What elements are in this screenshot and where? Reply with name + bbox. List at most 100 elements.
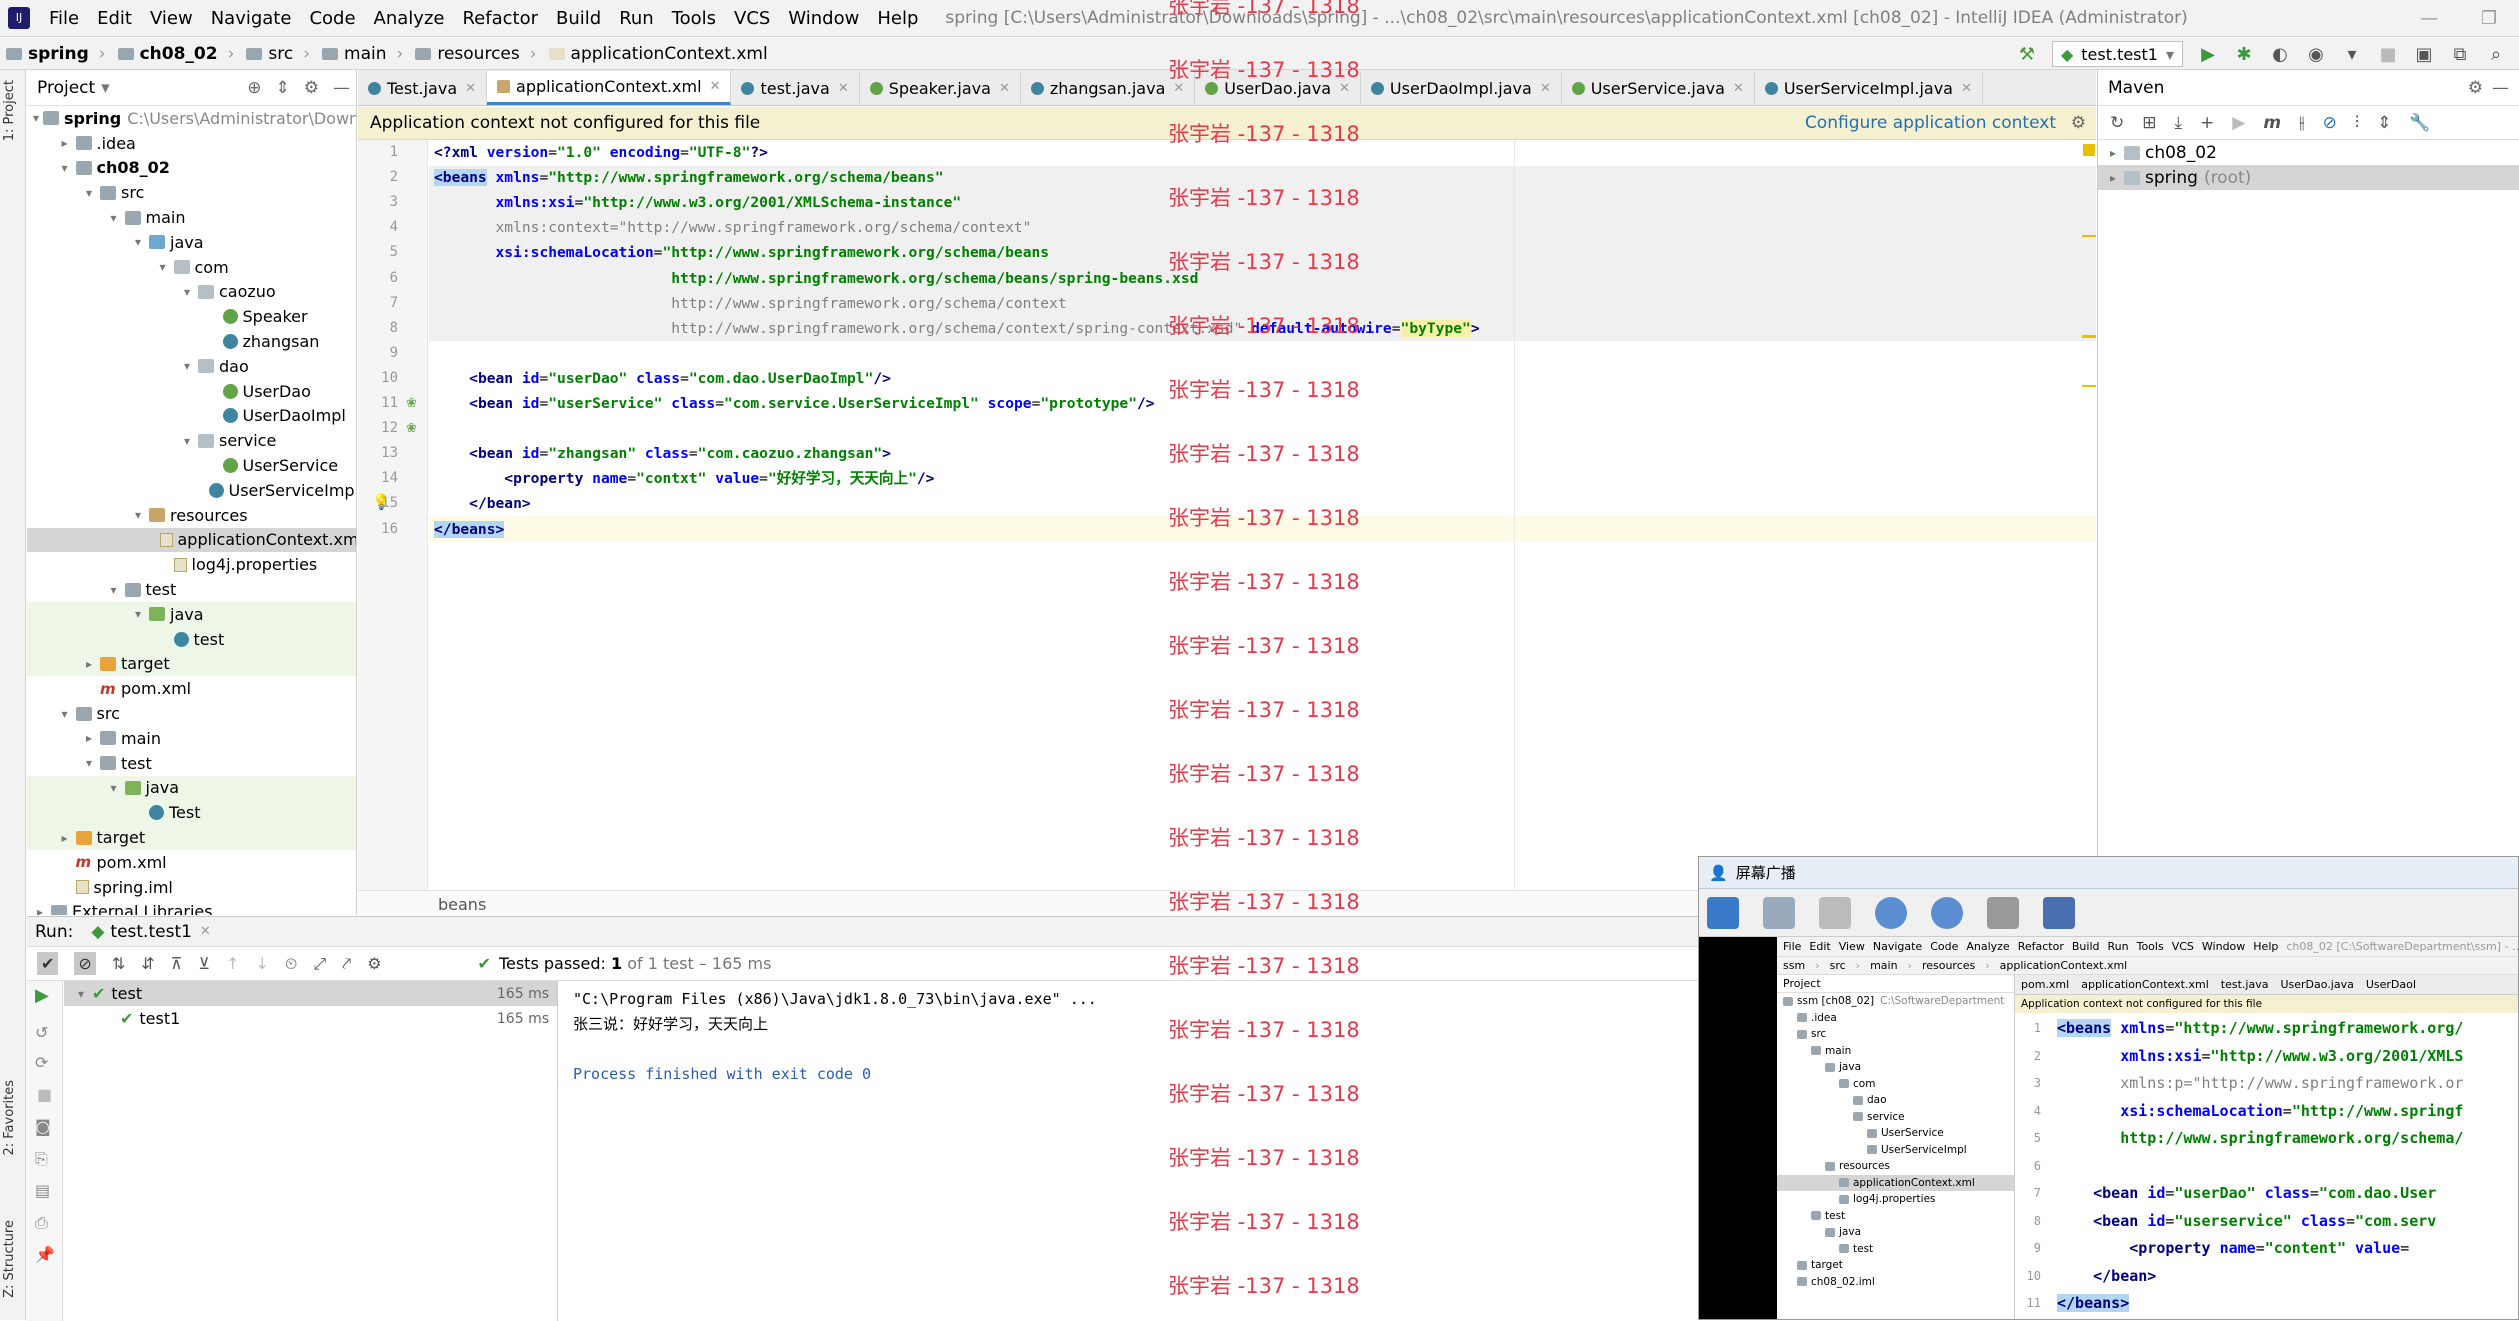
gear-icon[interactable]: ⚙	[367, 954, 381, 973]
close-icon[interactable]: ✕	[710, 79, 721, 94]
project-tree-item[interactable]: ▸ target	[27, 825, 356, 850]
editor-tab[interactable]: UserDao.java ✕	[1195, 71, 1361, 105]
project-tree-item[interactable]: ▾ java	[27, 775, 356, 801]
project-tree-item[interactable]: ▾ com	[27, 255, 356, 280]
warning-stripe[interactable]	[2082, 336, 2096, 338]
chevron-down-icon[interactable]: ▾	[131, 508, 145, 522]
project-tree-item[interactable]: ▾ java	[27, 601, 356, 627]
export-tests-icon[interactable]: ⤤	[342, 954, 351, 974]
maven-project-item[interactable]: ▸ ch08_02	[2098, 140, 2519, 165]
editor-tab[interactable]: Test.java ✕	[358, 71, 488, 105]
rerun-icon[interactable]: ▶	[35, 985, 49, 1006]
project-tree-item[interactable]: ▾ dao	[27, 354, 356, 379]
chevron-right-icon[interactable]: ▸	[82, 731, 96, 745]
chevron-down-icon[interactable]: ▾	[74, 987, 88, 1001]
test-result-item[interactable]: ▾ ✔ test 165 ms	[64, 981, 557, 1006]
project-tree-item[interactable]: ▸ target	[27, 651, 356, 677]
project-tree-item[interactable]: zhangsan	[27, 329, 356, 354]
maven-project-item[interactable]: ▸ spring (root)	[2098, 165, 2519, 190]
maximize-icon[interactable]: ❐	[2459, 0, 2519, 36]
project-tree-item[interactable]: ▾ caozuo	[27, 280, 356, 305]
check-passed-icon[interactable]: ✔	[37, 952, 59, 975]
project-tree-item[interactable]: ▾ resources	[27, 503, 356, 528]
sort-duration-icon[interactable]: ⇵	[141, 954, 154, 973]
bean-gutter-icon[interactable]: ❀	[406, 421, 417, 436]
breadcrumb-item[interactable]: applicationContext.xml	[543, 44, 774, 64]
chevron-down-icon[interactable]: ▾	[107, 781, 121, 795]
breadcrumb-item[interactable]: src ›	[240, 44, 316, 64]
hide-icon[interactable]: —	[2492, 78, 2509, 98]
minimize-icon[interactable]: —	[2399, 0, 2459, 36]
test-result-item[interactable]: ✔ test1 165 ms	[64, 1006, 557, 1031]
inspection-status-icon[interactable]	[2083, 144, 2095, 156]
close-icon[interactable]: ✕	[1339, 81, 1350, 96]
chevron-down-icon[interactable]: ▾	[180, 434, 194, 448]
menu-item-view[interactable]: View	[141, 8, 202, 29]
close-icon[interactable]: ✕	[838, 81, 849, 96]
breadcrumb-item[interactable]: resources ›	[409, 44, 542, 64]
project-tree-item[interactable]: ▸ .idea	[27, 131, 356, 156]
monitor-icon[interactable]	[1819, 896, 1851, 929]
chevron-down-icon[interactable]: ▾	[180, 285, 194, 299]
close-icon[interactable]: ✕	[999, 81, 1010, 96]
project-tree-item[interactable]: m pom.xml	[27, 850, 356, 875]
editor-tab[interactable]: UserService.java ✕	[1562, 71, 1755, 105]
debug-icon[interactable]: ✱	[2233, 43, 2255, 65]
chevron-right-icon[interactable]: ▸	[58, 831, 72, 845]
maven-goal-icon[interactable]: m	[2263, 113, 2281, 133]
screenshot-icon[interactable]	[1987, 896, 2019, 929]
editor-tab[interactable]: UserDaoImpl.java ✕	[1361, 71, 1562, 105]
code-editor[interactable]: ❀ ❀ 💡 1 2 3 4 5 6 7 8 9 10 11 12 13 14 15 16 <?xml vers…	[358, 140, 2096, 900]
prev-failed-icon[interactable]: ↑	[226, 954, 239, 973]
more-run-icon[interactable]: ▾	[2341, 43, 2363, 65]
editor-breadcrumb-item[interactable]: beans	[438, 895, 486, 914]
project-tree-item[interactable]: ▾ main	[27, 205, 356, 230]
project-tree-item[interactable]: applicationContext.xml	[27, 527, 356, 553]
project-tree-item[interactable]: ▸ External Libraries	[27, 900, 356, 915]
project-tree-item[interactable]: UserDao	[27, 379, 356, 404]
editor-tab[interactable]: test.java ✕	[731, 71, 860, 105]
export-icon[interactable]: ⎘	[35, 1149, 48, 1169]
pin-icon[interactable]	[1707, 896, 1739, 929]
warning-stripe[interactable]	[2082, 235, 2096, 237]
menu-item-window[interactable]: Window	[779, 8, 868, 29]
run-icon[interactable]: ▶	[2197, 43, 2219, 65]
sdk-manager-icon[interactable]: ⧉	[2449, 43, 2471, 65]
chevron-right-icon[interactable]: ▸	[82, 657, 96, 671]
project-tool-tab[interactable]: 1: Project	[2, 80, 17, 141]
project-tree-item[interactable]: UserServiceImpl	[27, 478, 356, 503]
build-hammer-icon[interactable]: ⚒	[2016, 43, 2038, 65]
close-icon[interactable]: ✕	[1961, 81, 1972, 96]
menu-item-file[interactable]: File	[40, 8, 88, 29]
breadcrumb-item[interactable]: ch08_02 ›	[112, 44, 241, 64]
plus-icon[interactable]: +	[2200, 113, 2214, 133]
chevron-right-icon[interactable]: ▸	[33, 905, 47, 915]
menu-item-run[interactable]: Run	[610, 8, 663, 29]
collapse-icon[interactable]: ⇕	[276, 78, 290, 98]
chevron-down-icon[interactable]: ▾	[58, 707, 72, 721]
project-tree-item[interactable]: ▾ test	[27, 751, 356, 776]
print-icon[interactable]: ⎙	[35, 1213, 48, 1233]
project-tree-item[interactable]: ▾ ch08_02	[27, 156, 356, 181]
hide-icon[interactable]: —	[333, 78, 350, 98]
toggle-autotest-icon[interactable]: ⟳	[35, 1053, 48, 1072]
project-tree-item[interactable]: UserService	[27, 453, 356, 478]
show-ignored-icon[interactable]: ⊘	[74, 952, 96, 975]
chevron-down-icon[interactable]: ▾	[107, 211, 121, 225]
skip-tests-icon[interactable]: ⊘	[2323, 113, 2337, 133]
chevron-down-icon[interactable]: ▾	[180, 359, 194, 373]
pin-icon[interactable]: 📌	[35, 1245, 55, 1264]
chevron-right-icon[interactable]: ▸	[2106, 146, 2120, 160]
add-maven-project-icon[interactable]: ⊞	[2142, 113, 2156, 133]
chevron-down-icon[interactable]: ▾	[131, 607, 145, 621]
reload-icon[interactable]: ↻	[2110, 113, 2124, 133]
close-icon[interactable]: ✕	[200, 924, 211, 939]
chevron-down-icon[interactable]: ▾	[82, 186, 96, 200]
project-tree-item[interactable]: spring.iml	[27, 875, 356, 900]
next-failed-icon[interactable]: ↓	[255, 954, 268, 973]
editor-tab[interactable]: UserServiceImpl.java ✕	[1755, 71, 1983, 105]
menu-item-tools[interactable]: Tools	[663, 8, 725, 29]
project-tree-item[interactable]: UserDaoImpl	[27, 404, 356, 429]
project-tree-item[interactable]: ▾ src	[27, 701, 356, 726]
project-tree-item[interactable]: Speaker	[27, 304, 356, 329]
